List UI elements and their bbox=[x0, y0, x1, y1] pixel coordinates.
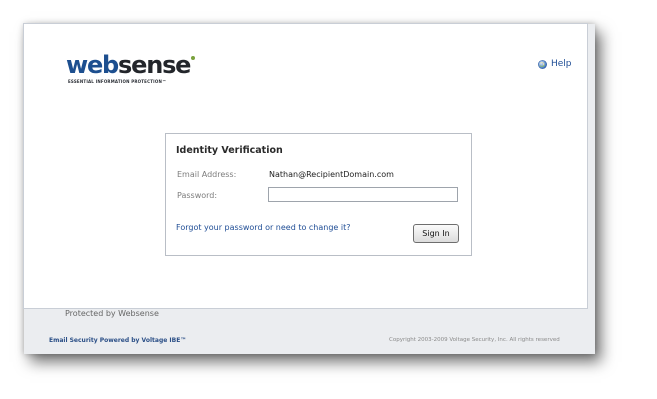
card-title: Identity Verification bbox=[176, 145, 283, 156]
forgot-password-link[interactable]: Forgot your password or need to change i… bbox=[176, 223, 351, 232]
logo-tagline: ESSENTIAL INFORMATION PROTECTION™ bbox=[68, 79, 167, 84]
logo-dot bbox=[191, 56, 196, 60]
websense-logo: websense ESSENTIAL INFORMATION PROTECTIO… bbox=[66, 53, 196, 87]
logo-wordmark-sense: sense bbox=[118, 51, 191, 79]
copyright-text: Copyright 2003-2009 Voltage Security, In… bbox=[389, 337, 560, 343]
email-address-label: Email Address: bbox=[177, 170, 237, 179]
powered-by-text: Email Security Powered by Voltage IBE™ bbox=[49, 337, 187, 344]
protected-by-text: Protected by Websense bbox=[65, 309, 159, 318]
password-input[interactable] bbox=[268, 187, 458, 202]
password-label: Password: bbox=[177, 191, 218, 200]
help-globe-icon bbox=[538, 59, 547, 69]
email-address-value: Nathan@RecipientDomain.com bbox=[269, 170, 394, 179]
logo-wordmark-web: web bbox=[66, 51, 119, 79]
help-link[interactable]: Help bbox=[538, 59, 572, 69]
logo-wordmark: websense bbox=[66, 51, 196, 79]
sign-in-button[interactable]: Sign In bbox=[413, 224, 459, 243]
help-label: Help bbox=[551, 59, 572, 69]
